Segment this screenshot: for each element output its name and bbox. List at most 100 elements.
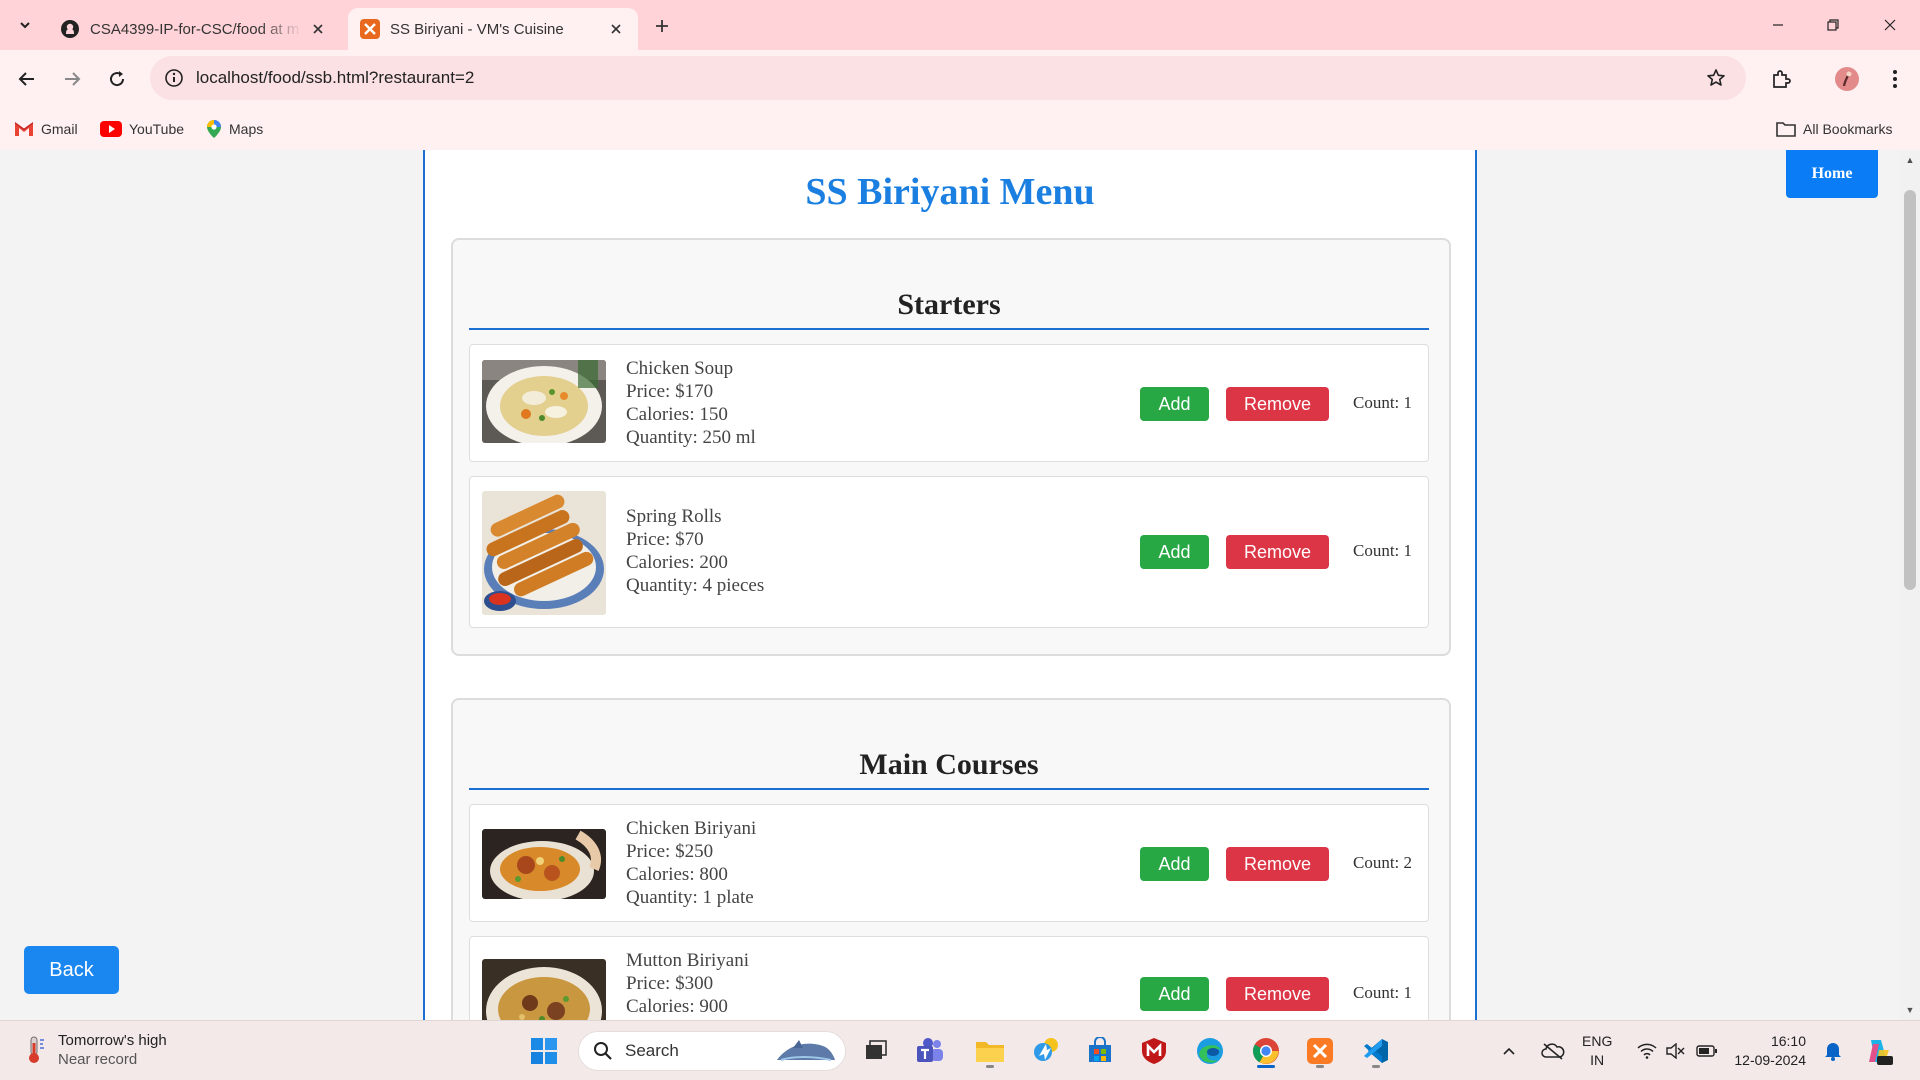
folder-icon bbox=[1776, 122, 1796, 137]
item-details: Mutton Biriyani Price: $300 Calories: 90… bbox=[626, 949, 749, 1018]
weather-subtitle: Near record bbox=[58, 1051, 138, 1068]
wifi-icon[interactable] bbox=[1632, 1031, 1662, 1071]
menu-item: Spring Rolls Price: $70 Calories: 200 Qu… bbox=[469, 476, 1429, 628]
add-button[interactable]: Add bbox=[1140, 977, 1209, 1011]
all-bookmarks-label: All Bookmarks bbox=[1803, 121, 1893, 137]
back-button[interactable]: Back bbox=[24, 946, 119, 994]
notification-bell-icon[interactable] bbox=[1818, 1031, 1848, 1071]
scroll-down-arrow-icon[interactable]: ▼ bbox=[1900, 1000, 1920, 1020]
clock[interactable]: 16:10 12-09-2024 bbox=[1734, 1032, 1806, 1070]
mcafee-icon[interactable] bbox=[1134, 1031, 1174, 1071]
restore-button[interactable] bbox=[1813, 10, 1853, 40]
teams-icon[interactable] bbox=[910, 1031, 950, 1071]
section-title: Starters bbox=[469, 288, 1429, 330]
weather-title: Tomorrow's high bbox=[58, 1032, 167, 1049]
windows-logo-icon bbox=[531, 1038, 557, 1064]
xampp-taskbar-icon[interactable] bbox=[1300, 1031, 1340, 1071]
search-placeholder: Search bbox=[625, 1041, 679, 1060]
task-view-icon[interactable] bbox=[856, 1031, 896, 1071]
item-calories: Calories: 800 bbox=[626, 864, 728, 885]
item-price: Price: $170 bbox=[626, 381, 714, 402]
item-quantity: Quantity: 1 plate bbox=[626, 887, 754, 908]
tab-search-button[interactable] bbox=[10, 10, 40, 40]
back-nav-button[interactable] bbox=[12, 64, 42, 94]
taskbar-search[interactable]: Search bbox=[578, 1031, 846, 1071]
gmail-icon bbox=[15, 122, 33, 136]
show-hidden-icons-chevron-icon[interactable] bbox=[1494, 1031, 1524, 1071]
item-details: Chicken Biriyani Price: $250 Calories: 8… bbox=[626, 817, 756, 909]
chevron-down-icon bbox=[20, 22, 30, 29]
page-scrollbar[interactable]: ▲ ▼ bbox=[1900, 150, 1920, 1020]
close-window-button[interactable] bbox=[1870, 10, 1910, 40]
onedrive-offline-icon[interactable] bbox=[1536, 1031, 1570, 1071]
add-button[interactable]: Add bbox=[1140, 847, 1209, 881]
add-button[interactable]: Add bbox=[1140, 387, 1209, 421]
menu-item: Chicken Soup Price: $170 Calories: 150 Q… bbox=[469, 344, 1429, 462]
remove-button[interactable]: Remove bbox=[1226, 387, 1329, 421]
clock-time: 16:10 bbox=[1770, 1033, 1806, 1049]
item-price: Price: $250 bbox=[626, 841, 714, 862]
item-name: Chicken Soup bbox=[626, 358, 734, 379]
language-code: ENG bbox=[1582, 1033, 1613, 1049]
close-tab-icon[interactable] bbox=[606, 19, 626, 39]
remove-button[interactable]: Remove bbox=[1226, 847, 1329, 881]
file-explorer-icon[interactable] bbox=[970, 1031, 1010, 1071]
youtube-icon bbox=[100, 121, 122, 137]
vscode-icon[interactable] bbox=[1356, 1031, 1396, 1071]
profile-avatar[interactable] bbox=[1832, 64, 1862, 94]
language-region: IN bbox=[1590, 1052, 1605, 1068]
url-text: localhost/food/ssb.html?restaurant=2 bbox=[196, 68, 475, 87]
address-bar[interactable]: localhost/food/ssb.html?restaurant=2 bbox=[150, 56, 1746, 100]
bookmark-youtube[interactable]: YouTube bbox=[100, 116, 184, 142]
home-button[interactable]: Home bbox=[1786, 150, 1878, 198]
mutton-biriyani-image bbox=[482, 959, 606, 1020]
remove-button[interactable]: Remove bbox=[1226, 535, 1329, 569]
edge-icon[interactable] bbox=[1190, 1031, 1230, 1071]
add-button[interactable]: Add bbox=[1140, 535, 1209, 569]
xampp-icon bbox=[360, 19, 380, 39]
minimize-button[interactable] bbox=[1758, 10, 1798, 40]
bookmark-gmail[interactable]: Gmail bbox=[14, 116, 78, 142]
bookmark-label: YouTube bbox=[129, 121, 185, 137]
new-tab-button[interactable] bbox=[648, 12, 676, 40]
scroll-up-arrow-icon[interactable]: ▲ bbox=[1900, 150, 1920, 170]
battery-icon[interactable] bbox=[1692, 1031, 1722, 1071]
weather-app-icon[interactable] bbox=[1026, 1031, 1066, 1071]
maps-pin-icon bbox=[207, 120, 221, 138]
item-count: Count: 1 bbox=[1353, 541, 1413, 560]
reload-button[interactable] bbox=[102, 64, 132, 94]
tab-ss-biriyani[interactable]: SS Biriyani - VM's Cuisine bbox=[348, 8, 638, 50]
section-title: Main Courses bbox=[469, 748, 1429, 790]
bookmarks-bar: Gmail YouTube Maps All Bookmarks bbox=[0, 108, 1920, 150]
page-viewport: SS Biriyani Menu Starters Chicken Soup P… bbox=[0, 150, 1900, 1020]
bookmark-maps[interactable]: Maps bbox=[206, 116, 263, 142]
browser-toolbar: localhost/food/ssb.html?restaurant=2 bbox=[0, 50, 1920, 108]
scrollbar-thumb[interactable] bbox=[1904, 190, 1916, 590]
extensions-icon[interactable] bbox=[1766, 64, 1796, 94]
item-count: Count: 2 bbox=[1353, 853, 1413, 872]
all-bookmarks-button[interactable]: All Bookmarks bbox=[1776, 116, 1892, 142]
menu-item: Mutton Biriyani Price: $300 Calories: 90… bbox=[469, 936, 1429, 1020]
bookmark-star-icon[interactable] bbox=[1704, 66, 1728, 90]
copilot-icon[interactable] bbox=[1858, 1031, 1898, 1071]
remove-button[interactable]: Remove bbox=[1226, 977, 1329, 1011]
tab-github[interactable]: CSA4399-IP-for-CSC/food at m bbox=[48, 8, 340, 50]
spring-rolls-image bbox=[482, 491, 606, 615]
speaker-muted-icon[interactable] bbox=[1660, 1031, 1690, 1071]
close-tab-icon[interactable] bbox=[308, 19, 328, 39]
language-indicator[interactable]: ENG IN bbox=[1582, 1032, 1612, 1070]
weather-widget[interactable]: Tomorrow's high Near record bbox=[22, 1031, 167, 1069]
arrow-left-icon bbox=[18, 72, 34, 86]
site-info-icon[interactable] bbox=[162, 66, 186, 90]
arrow-right-icon bbox=[65, 72, 81, 86]
menu-container: SS Biriyani Menu Starters Chicken Soup P… bbox=[423, 150, 1477, 1020]
chicken-biriyani-image bbox=[482, 829, 606, 899]
running-indicator bbox=[986, 1065, 994, 1068]
start-button[interactable] bbox=[524, 1031, 564, 1071]
microsoft-store-icon[interactable] bbox=[1080, 1031, 1120, 1071]
item-name: Mutton Biriyani bbox=[626, 950, 749, 971]
plus-icon bbox=[656, 20, 668, 32]
more-menu-icon[interactable] bbox=[1880, 64, 1910, 94]
chrome-icon[interactable] bbox=[1246, 1031, 1286, 1071]
forward-nav-button[interactable] bbox=[57, 64, 87, 94]
